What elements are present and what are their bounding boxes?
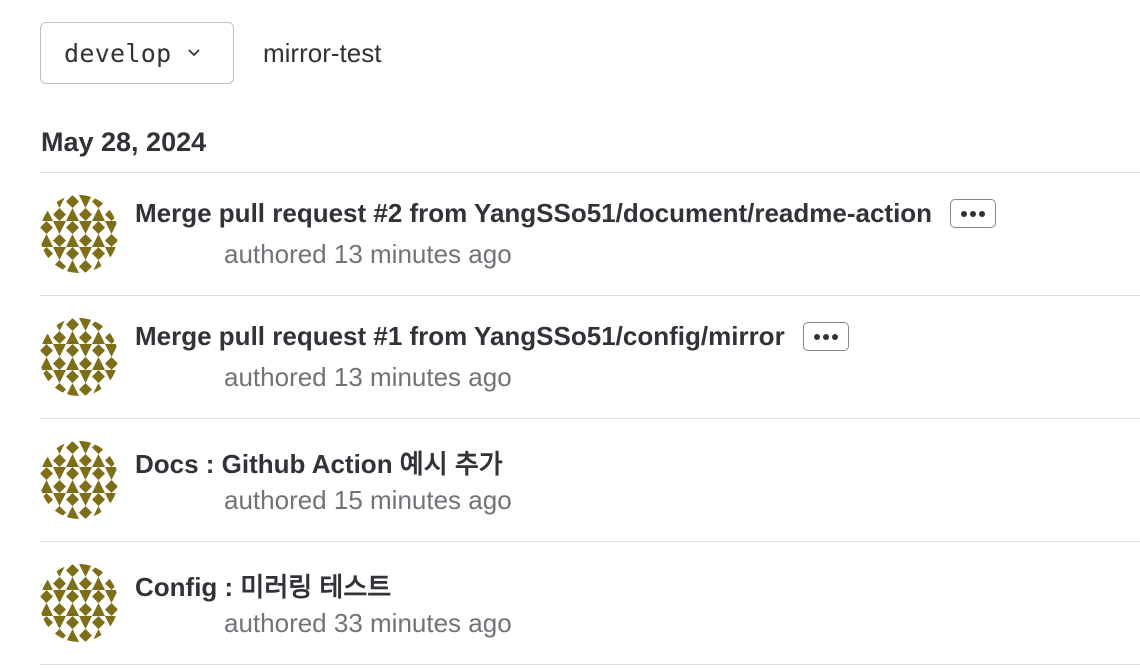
toggle-description-button[interactable] <box>950 199 997 228</box>
commit-date-header: May 28, 2024 <box>41 127 207 157</box>
avatar-identicon <box>40 195 118 273</box>
avatar[interactable] <box>40 318 118 396</box>
avatar[interactable] <box>40 441 118 519</box>
commit-list: Merge pull request #2 from YangSSo51/doc… <box>40 172 1140 665</box>
commit-title-link[interactable]: Docs : Github Action 예시 추가 <box>135 444 503 481</box>
commit-meta: authored 15 minutes ago <box>224 485 512 515</box>
commit-title-link[interactable]: Merge pull request #2 from YangSSo51/doc… <box>135 198 932 229</box>
commit-title-line: Docs : Github Action 예시 추가 <box>135 444 503 481</box>
avatar[interactable] <box>40 564 118 642</box>
commit-row: Config : 미러링 테스트 authored 33 minutes ago <box>40 542 1140 665</box>
branch-name: develop <box>64 38 172 68</box>
commit-title-line: Merge pull request #1 from YangSSo51/con… <box>135 321 849 352</box>
avatar-identicon <box>40 564 118 642</box>
repository-path[interactable]: mirror-test <box>263 38 381 69</box>
commit-title-line: Config : 미러링 테스트 <box>135 567 391 604</box>
commit-meta: authored 33 minutes ago <box>224 608 512 638</box>
commit-row: Merge pull request #1 from YangSSo51/con… <box>40 296 1140 419</box>
avatar[interactable] <box>40 195 118 273</box>
commit-meta: authored 13 minutes ago <box>224 362 512 392</box>
ellipsis-icon <box>961 210 986 217</box>
chevron-down-icon <box>187 46 201 60</box>
commit-row: Merge pull request #2 from YangSSo51/doc… <box>40 173 1140 296</box>
top-bar: develop mirror-test <box>40 22 381 84</box>
avatar-identicon <box>40 441 118 519</box>
commit-title-line: Merge pull request #2 from YangSSo51/doc… <box>135 198 997 229</box>
commit-meta: authored 13 minutes ago <box>224 239 512 269</box>
branch-dropdown[interactable]: develop <box>40 22 234 84</box>
toggle-description-button[interactable] <box>802 322 849 351</box>
ellipsis-icon <box>813 333 838 340</box>
commit-title-link[interactable]: Merge pull request #1 from YangSSo51/con… <box>135 321 785 352</box>
commit-title-link[interactable]: Config : 미러링 테스트 <box>135 567 391 604</box>
commit-row: Docs : Github Action 예시 추가 authored 15 m… <box>40 419 1140 542</box>
avatar-identicon <box>40 318 118 396</box>
